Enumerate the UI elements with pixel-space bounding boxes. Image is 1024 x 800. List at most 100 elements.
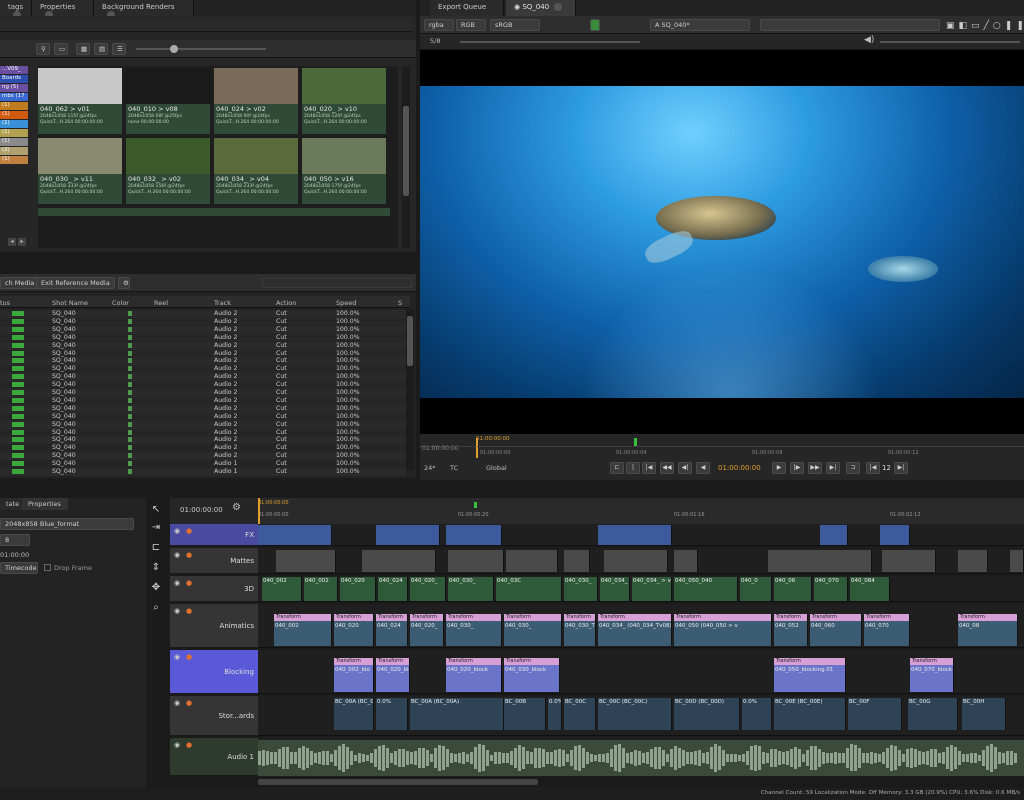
exit-reference-media-button[interactable]: Exit Reference Media <box>36 277 115 289</box>
detail-view-button[interactable]: ☰ <box>112 43 126 55</box>
thumb-view-button[interactable]: ▤ <box>94 43 108 55</box>
col-track[interactable]: Track <box>214 299 231 307</box>
timeline-settings-icon[interactable]: ⚙ <box>232 502 241 513</box>
table-row[interactable]: SQ_040 Audio 2 Cut 100.0% <box>0 310 406 318</box>
matte-clip[interactable] <box>958 550 988 572</box>
timeline-clip[interactable]: 040_034_ <box>600 577 630 601</box>
current-timecode[interactable]: 01:00:00:00 <box>718 464 761 472</box>
matte-clip[interactable] <box>604 550 668 572</box>
table-row[interactable]: SQ_040 Audio 2 Cut 100.0% <box>0 333 406 342</box>
timeline-clip[interactable]: 040_06 <box>774 577 812 601</box>
timeline-clip[interactable]: 040_050 (040_050 > v Transform <box>674 614 772 646</box>
timeline-clip[interactable]: BC_00D (BC_00D) <box>674 698 740 730</box>
bin-item[interactable]: (2) <box>0 147 28 155</box>
matte-clip[interactable] <box>1010 550 1024 572</box>
scroll-thumb[interactable] <box>258 779 538 785</box>
step-back-frames-icon[interactable]: |◀ <box>866 462 880 474</box>
lock-icon[interactable]: ● <box>186 527 192 535</box>
fx-clip[interactable] <box>446 525 502 545</box>
drop-frame-checkbox[interactable] <box>44 564 51 571</box>
track-header[interactable]: ◉ ● FX <box>170 524 258 546</box>
timeline-clip[interactable]: 040_020_block Transform <box>446 658 502 692</box>
scope-select[interactable]: Global <box>486 464 507 472</box>
step-field[interactable]: 12 <box>882 464 891 472</box>
format-select[interactable]: 2048x858 Blue_format <box>0 518 134 530</box>
tab-state[interactable]: tate <box>0 498 22 510</box>
go-start-icon[interactable]: |◀ <box>642 462 656 474</box>
timeline-clip[interactable]: 040_030_ Transform <box>504 614 562 646</box>
viewer-timebar[interactable]: 01:00:00:00 01:00:00:00 01:00:00:00 01:00… <box>420 434 1024 458</box>
display-select[interactable]: sRGB <box>490 19 540 31</box>
bin-item[interactable]: (1) <box>0 129 28 137</box>
timeline-clip[interactable]: BC_00H <box>962 698 1006 730</box>
timeline-clip[interactable]: 040_030_ <box>564 577 598 601</box>
timeline-clip[interactable]: 040_034_ (040_034_Tv08) Transform <box>598 614 672 646</box>
timeline-clip[interactable]: 040_020_blo Transform <box>376 658 410 692</box>
table-row[interactable]: SQ_040 Audio 2 Cut 100.0% <box>0 452 406 461</box>
fx-clip[interactable] <box>598 525 672 545</box>
shot-select[interactable]: A SQ_040* <box>650 19 750 31</box>
play-icon[interactable]: ▶ <box>772 462 786 474</box>
field-one[interactable]: 8 <box>0 534 30 546</box>
matte-clip[interactable] <box>674 550 698 572</box>
table-row[interactable]: SQ_040 Audio 2 Cut 100.0% <box>0 365 406 374</box>
table-row[interactable]: SQ_040 Audio 2 Cut 100.0% <box>0 317 406 326</box>
bin-item[interactable]: Boards <box>0 75 28 83</box>
table-row[interactable]: SQ_040 Audio 2 Cut 100.0% <box>0 420 406 429</box>
timeline-clip[interactable]: BC_00E (BC_00E) <box>774 698 846 730</box>
filter-button[interactable]: ⚲ <box>36 43 50 55</box>
loop-mode-icon[interactable]: ⊐ <box>846 462 860 474</box>
table-row[interactable]: SQ_040 Audio 2 Cut 100.0% <box>0 436 406 445</box>
table-row[interactable]: SQ_040 Audio 2 Cut 100.0% <box>0 381 406 390</box>
timeline-clip[interactable]: 040_020_ Transform <box>410 614 444 646</box>
step-forward-frames-icon[interactable]: ▶| <box>894 462 908 474</box>
tab-sq-040[interactable]: ◉ SQ_040 <box>506 0 576 16</box>
gear-icon[interactable]: ⚙ <box>118 277 130 289</box>
track-header[interactable]: ◉ ● Audio 1 <box>170 738 258 776</box>
table-search-input[interactable] <box>262 278 412 288</box>
exposure-button[interactable] <box>590 19 600 31</box>
bin-item[interactable]: (1) <box>0 102 28 110</box>
track-header[interactable]: ◉ ● Animatics <box>170 604 258 648</box>
timeline-clip[interactable]: 040_030_block Transform <box>504 658 560 692</box>
thumbnail-size-slider[interactable] <box>136 45 266 53</box>
table-scrollbar[interactable] <box>406 310 414 470</box>
close-icon[interactable] <box>554 3 563 11</box>
timeline-clip[interactable]: 040_052 Transform <box>774 614 808 646</box>
scroll-thumb[interactable] <box>407 316 413 366</box>
timeline-clip[interactable]: 040_034_ > v04_040 <box>632 577 672 601</box>
lock-icon[interactable]: ● <box>186 699 192 707</box>
matte-clip[interactable] <box>768 550 854 572</box>
timeline-clip[interactable]: 040_070 Transform <box>864 614 910 646</box>
eye-icon[interactable]: ◉ <box>174 699 180 707</box>
table-row[interactable]: SQ_040 Audio 2 Cut 100.0% <box>0 444 406 453</box>
track-select-icon[interactable]: ⇥ <box>150 522 162 534</box>
bin-item[interactable]: (1) <box>0 138 28 146</box>
bin-item[interactable]: (1) <box>0 111 28 119</box>
tc-mode-select[interactable]: TC <box>450 464 458 472</box>
ripple-tool-icon[interactable]: ⇕ <box>150 562 162 574</box>
razor-tool-icon[interactable]: ✥ <box>150 582 162 594</box>
timeline-clip[interactable]: 040_020 Transform <box>334 614 374 646</box>
tab-export-queue[interactable]: Export Queue <box>430 0 504 16</box>
timeline-playhead[interactable] <box>258 498 260 524</box>
timeline-clip[interactable]: 040_002 <box>304 577 338 601</box>
tab-tags[interactable]: tags <box>0 0 32 19</box>
timeline-clip[interactable]: 040_024 Transform <box>376 614 408 646</box>
frame-slider[interactable] <box>460 41 640 43</box>
tab-background-renders[interactable]: Background Renders <box>94 0 194 19</box>
table-row[interactable]: SQ_040 Audio 2 Cut 100.0% <box>0 404 406 413</box>
step-back-icon[interactable]: ◀| <box>678 462 692 474</box>
timeline-clip[interactable]: 040_030_ Transform <box>446 614 502 646</box>
bin-item[interactable]: ...V09_ <box>0 66 28 74</box>
table-row[interactable]: SQ_040 Audio 2 Cut 100.0% <box>0 325 406 334</box>
slider-handle[interactable] <box>170 45 178 53</box>
table-row[interactable]: SQ_040 Audio 2 Cut 100.0% <box>0 357 406 366</box>
col-action[interactable]: Action <box>276 299 296 307</box>
timeline-clip[interactable]: 040_002 <box>262 577 302 601</box>
timeline-clip[interactable]: 040_030_Tv06 Transform <box>564 614 596 646</box>
channel-select[interactable]: rgba <box>424 19 454 31</box>
matte-clip[interactable] <box>276 550 336 572</box>
timeline-clip[interactable]: 040_024 <box>378 577 408 601</box>
timeline-clip[interactable]: 0.0% <box>742 698 772 730</box>
